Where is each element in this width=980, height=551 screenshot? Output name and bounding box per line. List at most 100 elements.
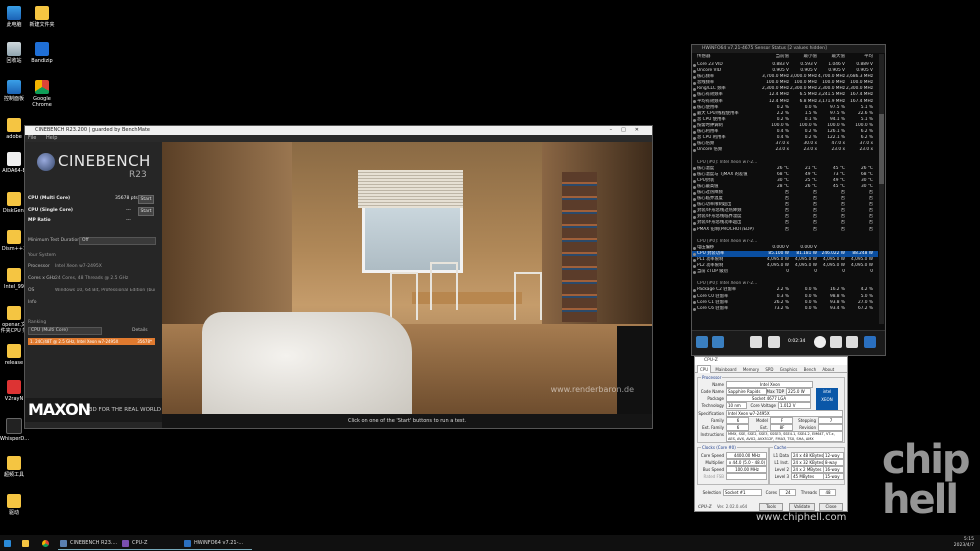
desktop-icon-bandizip[interactable]: Bandizip: [28, 42, 56, 64]
l1-data-assoc: 12-way: [823, 452, 844, 459]
cinebench-logo: CINEBENCH R23: [37, 150, 157, 180]
tools-button[interactable]: Tools: [759, 503, 783, 511]
column-sensor[interactable]: 传感器: [697, 54, 763, 60]
console-icon: [6, 418, 22, 434]
desktop-icon-control-panel[interactable]: 控制面板: [0, 80, 28, 102]
field-label: L1 Data: [773, 453, 789, 458]
collapse-arrows-icon[interactable]: [696, 336, 708, 348]
sensor-icon: [693, 75, 696, 79]
min-duration-select[interactable]: Off: [79, 237, 156, 245]
render-blind: [358, 170, 463, 208]
field-label: Package: [707, 396, 724, 401]
start-multi-button[interactable]: Start: [138, 195, 154, 204]
close-icon[interactable]: [864, 336, 876, 348]
render-table: [412, 292, 522, 304]
logging-icon[interactable]: [830, 336, 842, 348]
field-label: Level 3: [774, 474, 789, 479]
field-label: Multiplier: [705, 460, 724, 465]
intel-xeon-logo: intel XEON: [816, 388, 838, 410]
core-speed: 4400.00 MHz: [726, 452, 767, 459]
tab-cpu[interactable]: CPU: [697, 365, 712, 373]
settings-gear-icon[interactable]: [846, 336, 858, 348]
hwinfo-scrollbar[interactable]: [879, 54, 884, 324]
details-link[interactable]: Details: [132, 328, 148, 333]
sensor-icon: [693, 136, 696, 140]
taskbar-cpuz[interactable]: CPU-Z: [120, 537, 190, 550]
cinebench-titlebar[interactable]: CINEBENCH R23.200 | guarded by BenchMate…: [25, 126, 652, 135]
sensor-icon: [693, 191, 696, 195]
test-name: CPU (Single Core): [28, 208, 73, 213]
tab-mainboard[interactable]: Mainboard: [713, 366, 738, 373]
socket-select[interactable]: Socket #1: [723, 489, 762, 496]
expand-arrows-icon[interactable]: [712, 336, 724, 348]
test-score: 35678 pts: [115, 196, 138, 201]
reset-icon[interactable]: [768, 336, 780, 348]
sensor-icon: [693, 63, 696, 67]
system-tray-clock[interactable]: 5:15 2023/4/7: [954, 537, 974, 549]
start-single-button[interactable]: Start: [138, 207, 154, 216]
cpu-technology: 10 nm: [726, 402, 747, 409]
core-count: 24: [779, 489, 796, 496]
column-current[interactable]: 当前值: [762, 54, 790, 60]
scrollbar-thumb[interactable]: [879, 114, 884, 184]
taskbar: CINEBENCH R23.... CPU-Z HWiNFO64 v7.21-.…: [0, 535, 980, 551]
column-min[interactable]: 最小值: [790, 54, 818, 60]
sensor-icon: [693, 264, 696, 268]
tab-bench[interactable]: Bench: [802, 366, 818, 373]
render-chair: [514, 272, 542, 320]
desktop-icon-this-pc[interactable]: 此电脑: [0, 6, 28, 28]
menu-help[interactable]: Help: [46, 135, 57, 141]
desktop-icon-oc-tools[interactable]: 超频工具: [0, 456, 28, 478]
desktop-icon-label: Bandizip: [31, 58, 53, 64]
test-cpu-single: CPU (Single Core): [28, 208, 73, 213]
desktop-icon-recycle-bin[interactable]: 回收站: [0, 42, 28, 64]
sensor-row[interactable]: Core C6 驻留率 73.2 % 0.0 % 93.4 % 67.2 %: [692, 306, 878, 312]
desktop-icon-new-folder[interactable]: 新建文件夹: [28, 6, 56, 28]
l2-assoc: 16-way: [823, 466, 844, 473]
taskbar-cinebench[interactable]: CINEBENCH R23....: [58, 537, 128, 550]
menu-file[interactable]: File: [28, 135, 36, 141]
clock-icon[interactable]: [814, 336, 826, 348]
rank-entry[interactable]: 1. 24C/48T @ 2.5 GHz, Intel Xeon w7-2495…: [28, 338, 155, 345]
rank-entry-label: 1. 24C/48T @ 2.5 GHz, Intel Xeon w7-2495…: [30, 339, 119, 344]
close-icon[interactable]: ✕: [635, 127, 648, 133]
close-button[interactable]: Close: [819, 503, 843, 511]
tab-spd[interactable]: SPD: [763, 366, 775, 373]
cpuz-footer: CPU-Z Ver. 2.02.0.x64 Tools Validate Clo…: [695, 502, 847, 511]
v2rayn-icon: [7, 380, 21, 394]
sensor-icon: [693, 295, 696, 299]
cinebench-window: CINEBENCH R23.200 | guarded by BenchMate…: [24, 125, 653, 429]
taskbar-label: CPU-Z: [132, 540, 148, 546]
desktop-icon-label: WhisperD...: [0, 436, 30, 442]
chrome-icon: [42, 540, 49, 547]
chrome-icon: [35, 80, 49, 94]
maximize-icon[interactable]: □: [621, 127, 635, 133]
field-label: Selection: [702, 490, 721, 495]
cpuz-titlebar[interactable]: CPU-Z: [695, 357, 847, 365]
tab-graphics[interactable]: Graphics: [778, 366, 800, 373]
sensor-icon: [693, 258, 696, 262]
validate-button[interactable]: Validate: [789, 503, 815, 511]
cpu-model: F: [770, 417, 793, 424]
l1-inst-assoc: 8-way: [823, 459, 844, 466]
sensor-icon: [693, 124, 696, 128]
test-name: MP Ratio: [28, 218, 51, 223]
folder-icon: [22, 540, 29, 547]
cpu-instructions: MMX, SSE, SSE2, SSE3, SSSE3, SSE4.1, SSE…: [726, 431, 843, 442]
column-avg[interactable]: 平均: [846, 54, 873, 60]
minimize-icon[interactable]: –: [610, 127, 622, 133]
your-system-heading: Your System: [28, 253, 56, 258]
desktop-icon-drivers[interactable]: 驱动: [0, 494, 28, 516]
column-max[interactable]: 最大值: [818, 54, 846, 60]
ranking-select[interactable]: CPU (Multi Core): [28, 327, 102, 335]
tab-memory[interactable]: Memory: [741, 366, 761, 373]
hwinfo-titlebar[interactable]: HWiNFO64 v7.21-4675 Sensor Status [2 val…: [692, 45, 885, 53]
network-icon[interactable]: [750, 336, 762, 348]
test-cpu-multi: CPU (Multi Core): [28, 196, 70, 201]
taskbar-hwinfo[interactable]: HWiNFO64 v7.21-...: [182, 537, 252, 550]
sensor-min: 0.0 %: [804, 305, 817, 311]
cpu-ext-family: 6: [726, 424, 749, 431]
tab-about[interactable]: About: [820, 366, 836, 373]
desktop-icon-chrome[interactable]: Google Chrome: [28, 80, 56, 108]
field-label: Technology: [701, 403, 724, 408]
